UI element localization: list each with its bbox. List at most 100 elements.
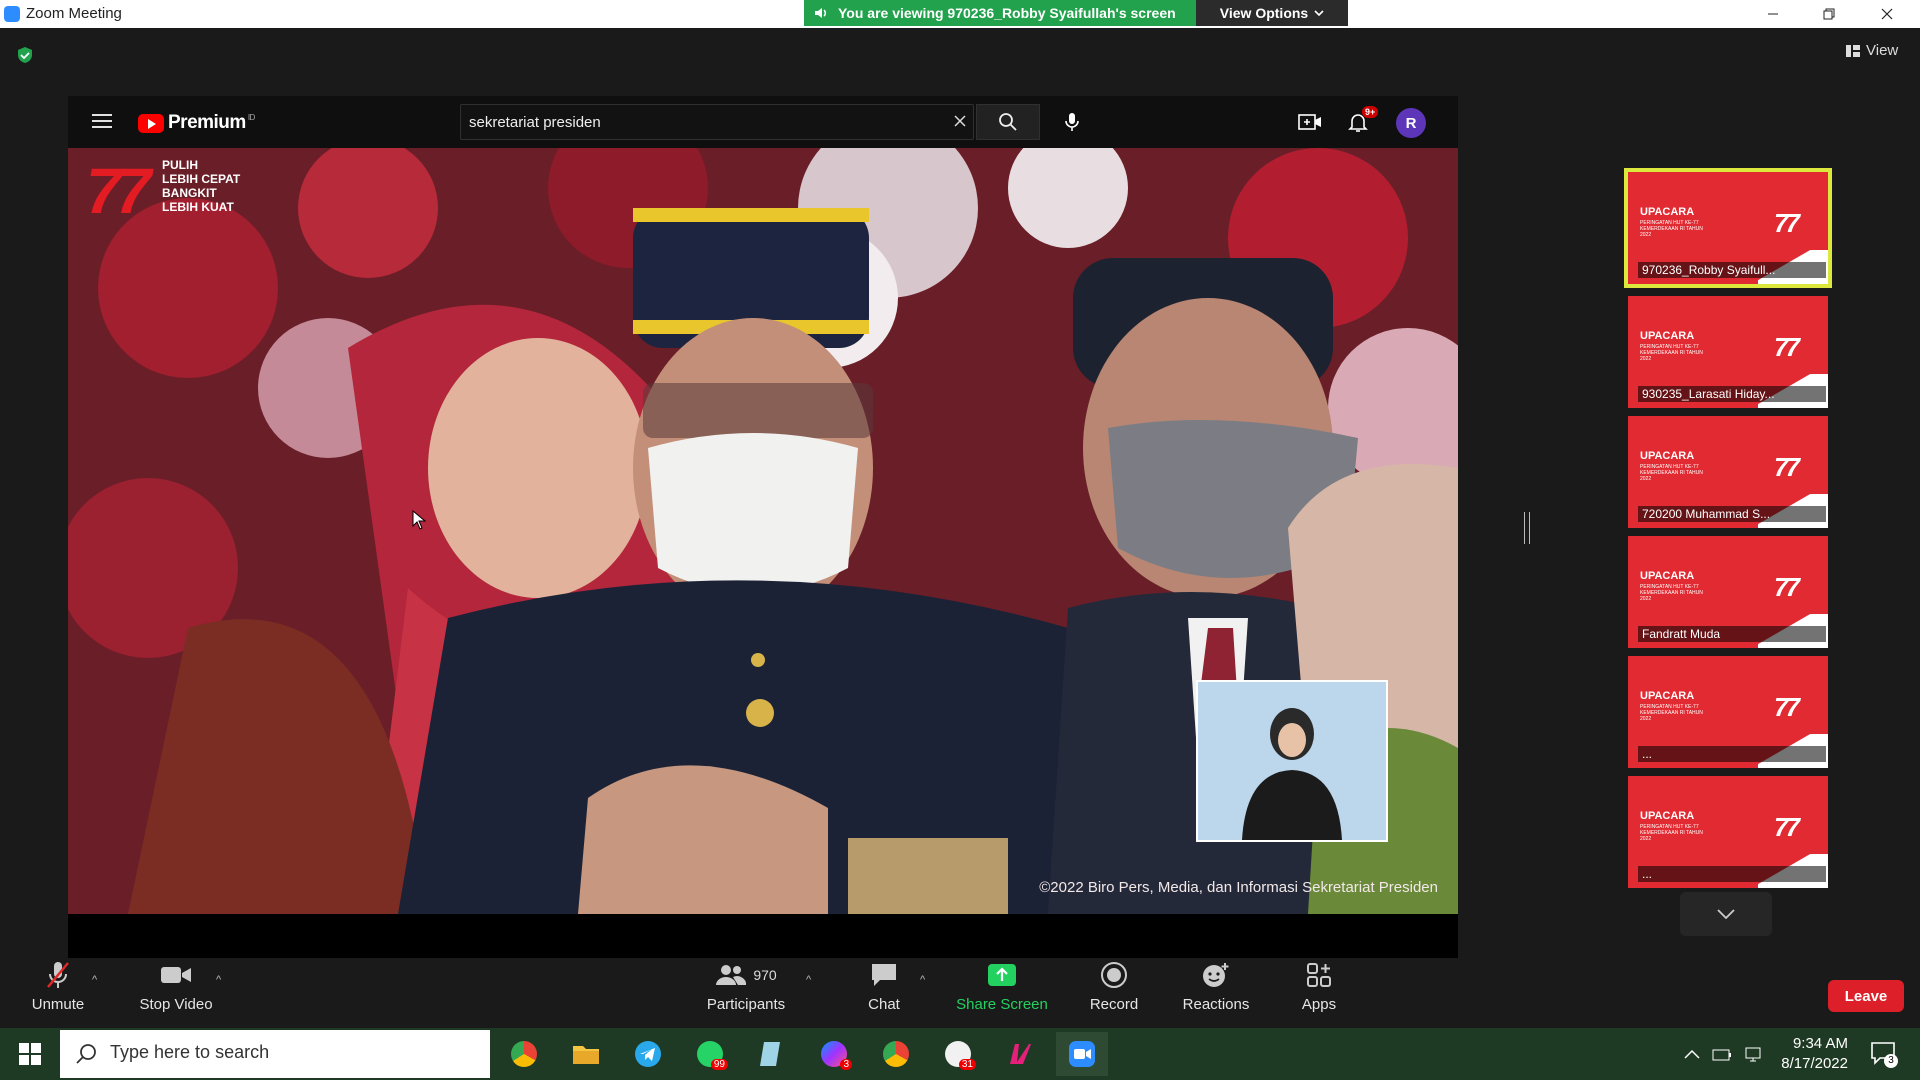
youtube-search-input[interactable]: sekretariat presiden (460, 104, 974, 140)
share-screen-icon (988, 964, 1016, 986)
participant-name: 720200 Muhammad S... (1638, 506, 1826, 522)
stop-video-button[interactable]: Stop Video (132, 958, 220, 1013)
participant-thumbnail[interactable]: UPACARA PERINGATAN HUT KE-77 KEMERDEKAAN… (1628, 416, 1828, 528)
participant-name: ... (1638, 866, 1826, 882)
search-icon (76, 1044, 96, 1064)
taskbar-search-placeholder: Type here to search (110, 1042, 270, 1062)
participant-name: 970236_Robby Syaifull... (1638, 262, 1826, 278)
mouse-cursor-icon (412, 510, 426, 530)
thumb-subtitle: PERINGATAN HUT KE-77 KEMERDEKAAN RI TAHU… (1640, 220, 1703, 238)
leave-button[interactable]: Leave (1828, 980, 1904, 1012)
view-options-label: View Options (1219, 5, 1309, 21)
thumbnails-scroll-down-button[interactable] (1680, 892, 1772, 936)
voice-search-button[interactable] (1058, 108, 1086, 136)
calendar-taskbar-app[interactable]: 31 (932, 1032, 984, 1076)
taskbar-clock[interactable]: 9:34 AM 8/17/2022 (1762, 1034, 1848, 1074)
search-icon (999, 113, 1017, 131)
network-icon[interactable] (1744, 1046, 1762, 1062)
taskbar-search-box[interactable]: Type here to search (60, 1030, 490, 1078)
video-slogan: PULIH LEBIH CEPAT BANGKIT LEBIH KUAT (162, 158, 240, 214)
zoom-taskbar-app[interactable] (1056, 1032, 1108, 1076)
start-button[interactable] (0, 1028, 60, 1080)
shared-screen: Premium ID sekretariat presiden 9+ R 77 … (68, 96, 1458, 960)
whatsapp-taskbar-app[interactable]: 99 (684, 1032, 736, 1076)
participants-label: Participants (706, 996, 786, 1013)
thumb-77-logo: 77 (1774, 332, 1800, 362)
minimize-button[interactable] (1744, 0, 1802, 28)
video-options-caret[interactable]: ^ (216, 974, 221, 986)
video-player[interactable]: 77 PULIH LEBIH CEPAT BANGKIT LEBIH KUAT … (68, 148, 1458, 914)
microphone-icon (1065, 113, 1079, 131)
youtube-search-button[interactable] (976, 104, 1040, 140)
pen-app-icon (1010, 1044, 1031, 1064)
security-shield-icon[interactable] (16, 46, 34, 64)
chat-options-caret[interactable]: ^ (920, 974, 925, 986)
youtube-premium-logo[interactable]: Premium ID (138, 112, 255, 134)
muted-microphone-icon (47, 962, 69, 988)
windows-logo-icon (19, 1043, 41, 1065)
chrome-profile-taskbar-app[interactable] (870, 1032, 922, 1076)
audio-options-caret[interactable]: ^ (92, 974, 97, 986)
participant-thumbnail[interactable]: UPACARA PERINGATAN HUT KE-77 KEMERDEKAAN… (1628, 536, 1828, 648)
share-screen-button[interactable]: Share Screen (952, 958, 1052, 1013)
create-video-icon[interactable] (1298, 112, 1322, 132)
chevron-up-icon[interactable] (1684, 1049, 1700, 1059)
thumb-title: UPACARA (1640, 570, 1695, 582)
chrome-taskbar-app[interactable] (498, 1032, 550, 1076)
chat-icon (872, 964, 896, 986)
participant-name: ... (1638, 746, 1826, 762)
chat-button[interactable]: Chat (860, 958, 908, 1013)
participant-thumbnail[interactable]: UPACARA PERINGATAN HUT KE-77 KEMERDEKAAN… (1624, 168, 1832, 288)
unmute-button[interactable]: Unmute (22, 958, 94, 1013)
thumb-77-logo: 77 (1774, 572, 1800, 602)
participant-thumbnail[interactable]: UPACARA PERINGATAN HUT KE-77 KEMERDEKAAN… (1628, 296, 1828, 408)
notifications-badge: 9+ (1362, 106, 1379, 118)
onenote-taskbar-app[interactable] (994, 1032, 1046, 1076)
record-icon (1101, 962, 1127, 988)
apps-button[interactable]: Apps (1294, 958, 1344, 1013)
video-copyright: ©2022 Biro Pers, Media, dan Informasi Se… (1039, 879, 1438, 896)
chrome-icon (883, 1041, 909, 1067)
slogan-line: LEBIH KUAT (162, 200, 234, 214)
chevron-down-icon (1314, 10, 1324, 17)
record-button[interactable]: Record (1084, 958, 1144, 1013)
thumb-title: UPACARA (1640, 690, 1695, 702)
thumb-title: UPACARA (1640, 206, 1695, 218)
speaker-icon (815, 8, 827, 18)
window-title: Zoom Meeting (26, 5, 122, 22)
restore-button[interactable] (1800, 0, 1858, 28)
battery-icon[interactable] (1712, 1047, 1732, 1061)
close-button[interactable] (1858, 0, 1916, 28)
clock-date: 8/17/2022 (1781, 1055, 1848, 1072)
chevron-down-icon (1717, 909, 1735, 919)
view-options-button[interactable]: View Options (1196, 0, 1348, 26)
youtube-avatar[interactable]: R (1396, 108, 1426, 138)
clear-search-icon[interactable] (952, 113, 968, 129)
meeting-toolbar: Unmute ^ Stop Video ^ 970 Participants ^… (0, 958, 1920, 1028)
participants-options-caret[interactable]: ^ (806, 974, 811, 986)
file-explorer-taskbar-app[interactable] (560, 1032, 612, 1076)
reactions-label: Reactions (1182, 996, 1250, 1013)
panel-resize-handle[interactable] (1524, 512, 1530, 544)
thumb-title: UPACARA (1640, 450, 1695, 462)
app-badge: 31 (958, 1059, 976, 1070)
telegram-taskbar-app[interactable] (622, 1032, 674, 1076)
participant-thumbnail[interactable]: UPACARA PERINGATAN HUT KE-77 KEMERDEKAAN… (1628, 776, 1828, 888)
reactions-button[interactable]: Reactions (1176, 958, 1256, 1013)
sign-language-interpreter (1196, 680, 1388, 842)
participant-thumbnail[interactable]: UPACARA PERINGATAN HUT KE-77 KEMERDEKAAN… (1628, 656, 1828, 768)
chrome-icon (511, 1041, 537, 1067)
zoom-app-icon (4, 6, 20, 22)
participants-button[interactable]: 970 Participants (700, 958, 792, 1013)
notification-count: 3 (1884, 1054, 1898, 1068)
slogan-line: LEBIH CEPAT (162, 172, 241, 186)
window-titlebar: Zoom Meeting You are viewing 970236_Robb… (0, 0, 1920, 28)
notes-taskbar-app[interactable] (746, 1032, 798, 1076)
menu-icon[interactable] (92, 113, 112, 129)
messenger-taskbar-app[interactable]: 3 (808, 1032, 860, 1076)
stop-video-label: Stop Video (139, 996, 213, 1013)
view-button[interactable]: View (1846, 42, 1898, 59)
thumb-subtitle: PERINGATAN HUT KE-77 KEMERDEKAAN RI TAHU… (1640, 344, 1703, 362)
telegram-icon (635, 1041, 661, 1067)
slogan-line: BANGKIT (162, 186, 217, 200)
